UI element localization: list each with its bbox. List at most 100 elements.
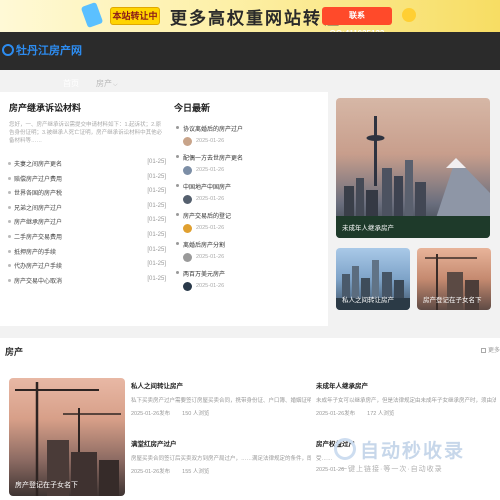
article-card[interactable]: 满堂红房产过户 房屋买卖合同签订后买卖双方到房产局过户，……满足法律规定的条件，… — [131, 438, 311, 475]
promo-banner[interactable]: 本站转让中 更多高权重网站转让 联系QQ:411025133 — [0, 0, 500, 32]
article-summary: 私下买卖房产过户需要签订房屋买卖合同，携带身份证、户口簿、婚姻证明、房…… — [131, 398, 311, 404]
news-title[interactable]: 离婚后房产分割 — [183, 240, 225, 249]
bottom-feature-caption: 房产登记在子女名下 — [15, 482, 78, 489]
more-link[interactable]: 更多 — [480, 345, 500, 354]
watermark: 自动秒收录 一键上链接·等一次·自动收录 — [318, 436, 500, 486]
crane-image — [15, 382, 121, 496]
list-item-title: 代办房产过户手续 — [14, 264, 63, 271]
list-item-title: 房产交易中心取消 — [14, 278, 63, 285]
article-views: 172 人浏览 — [367, 411, 395, 417]
list-item-date: [01-25] — [147, 275, 166, 282]
bullet-icon — [8, 191, 11, 195]
nav-home[interactable]: 首页 — [63, 78, 79, 89]
nav-category-label: 房产 — [96, 79, 112, 88]
today-title: 今日最新 — [174, 103, 211, 113]
more-icon — [480, 348, 486, 353]
list-item[interactable]: 代办房产过户手续 [01-25] — [8, 260, 166, 275]
list-item-date: [01-25] — [147, 173, 166, 180]
side-caption-1: 私人之间转让房产 — [342, 297, 394, 304]
side-caption-2: 房产登记在子女名下 — [423, 297, 482, 304]
list-item[interactable]: 房产继承房产过户 [01-25] — [8, 216, 166, 231]
city-skyline-image — [336, 116, 490, 238]
article-card[interactable]: 私人之间转让房产 私下买卖房产过户需要签订房屋买卖合同，携带身份证、户口簿、婚姻… — [131, 380, 311, 417]
list-item-title: 二手房产交易费用 — [14, 234, 63, 241]
hero-image[interactable]: 未成年人继承房产 › — [336, 98, 490, 238]
article-title[interactable]: 私人之间转让房产 — [131, 380, 311, 390]
bottom-feature-image[interactable]: 房产登记在子女名下 — [9, 378, 125, 496]
article-views: 155 人浏览 — [182, 469, 210, 475]
news-title[interactable]: 两百万美元房产 — [183, 269, 225, 278]
side-image-1[interactable]: 私人之间转让房产 — [336, 248, 410, 310]
bullet-icon — [176, 126, 179, 129]
watermark-subtext: 一键上链接·等一次·自动收录 — [340, 466, 443, 473]
list-item[interactable]: 房产交易中心取消 [01-25] — [8, 275, 166, 290]
list-item-title: 房产继承房产过户 — [14, 220, 63, 227]
inheritance-list: 夫妻之间房产更名 [01-25] 赔偿房产过户费用 [01-25] 世界各国的房产税 [0… — [8, 158, 166, 289]
nav-category[interactable]: 房产⌵ — [96, 78, 118, 89]
bullet-icon — [8, 205, 11, 209]
list-item-date: [01-25] — [147, 246, 166, 253]
list-item[interactable]: 二手房产交易费用 [01-25] — [8, 231, 166, 246]
article-meta: 2025-01-26发布 155 人浏览 — [131, 467, 311, 475]
list-item[interactable]: 夫妻之间房产更名 [01-25] — [8, 158, 166, 173]
article-title[interactable]: 未成年人继承房产 — [316, 380, 496, 390]
logo-icon — [2, 44, 14, 56]
news-date: 2025-01-26 — [196, 196, 225, 202]
article-title[interactable]: 满堂红房产过户 — [131, 438, 311, 448]
list-item-date: [01-25] — [147, 231, 166, 238]
article-meta: 2025-01-26发布 150 人浏览 — [131, 409, 311, 417]
news-item[interactable]: 中国地产中国房产 2025-01-26 — [176, 182, 326, 211]
watermark-text: 自动秒收录 — [360, 441, 466, 462]
bullet-icon — [8, 278, 11, 282]
article-date: 2025-01-26发布 — [131, 411, 171, 417]
news-title[interactable]: 中国地产中国房产 — [183, 182, 231, 191]
bullet-icon — [176, 213, 179, 216]
news-title[interactable]: 房产交易后的登记 — [183, 211, 231, 220]
list-item-date: [01-25] — [147, 261, 166, 268]
list-item-title: 赔偿房产过户费用 — [14, 176, 63, 183]
thumbnail-icon — [183, 137, 192, 146]
thumbnail-icon — [183, 224, 192, 233]
article-card[interactable]: 未成年人继承房产 未成年子女可以继承房产，但是法律规定由未成年子女继承房产时，须… — [316, 380, 496, 417]
list-item-date: [01-25] — [147, 188, 166, 195]
list-item-title: 夫妻之间房产更名 — [14, 162, 63, 168]
banner-contact[interactable]: 联系QQ:411025133 — [322, 7, 392, 32]
list-item[interactable]: 兄弟之间房产过户 [01-25] — [8, 202, 166, 217]
bullet-icon — [176, 184, 179, 187]
list-item-title: 世界各国的房产税 — [14, 191, 63, 198]
list-item[interactable]: 世界各国的房产税 [01-25] — [8, 187, 166, 202]
list-item-date: [01-25] — [147, 202, 166, 209]
watermark-icon — [334, 438, 356, 460]
section-title: 房产 — [5, 347, 24, 357]
news-item[interactable]: 协议离婚后的房产过户 2025-01-26 — [176, 124, 326, 153]
site-logo[interactable]: 牡丹江房产网 — [2, 43, 82, 59]
news-item[interactable]: 离婚后房产分割 2025-01-26 — [176, 240, 326, 269]
news-title[interactable]: 协议离婚后的房产过户 — [183, 124, 243, 133]
news-item[interactable]: 房产交易后的登记 2025-01-26 — [176, 211, 326, 240]
list-item[interactable]: 抵押房产的手续 [01-25] — [8, 246, 166, 261]
list-item-title: 抵押房产的手续 — [14, 249, 57, 256]
banner-tag: 本站转让中 — [110, 7, 160, 25]
chevron-down-icon: ⌵ — [113, 82, 118, 88]
hero-caption: 未成年人继承房产 — [342, 225, 394, 232]
news-item[interactable]: 两百万美元房产 2025-01-26 — [176, 269, 326, 298]
logo-text: 牡丹江房产网 — [16, 45, 82, 57]
inheritance-title[interactable]: 房产继承诉讼材料 — [9, 101, 81, 114]
news-date: 2025-01-26 — [196, 225, 225, 231]
thumbnail-icon — [183, 253, 192, 262]
list-item-date: [01-25] — [147, 217, 166, 224]
news-date: 2025-01-26 — [196, 138, 225, 144]
banner-coin-icon — [402, 8, 416, 22]
news-title[interactable]: 配偶一方去世房产更名 — [183, 153, 243, 162]
list-item[interactable]: 赔偿房产过户费用 [01-25] — [8, 173, 166, 188]
side-image-2[interactable]: 房产登记在子女名下 — [417, 248, 491, 310]
news-item[interactable]: 配偶一方去世房产更名 2025-01-26 — [176, 153, 326, 182]
bullet-icon — [176, 242, 179, 245]
bullet-icon — [8, 234, 11, 238]
bullet-icon — [8, 162, 11, 165]
article-summary: 未成年子女可以继承房产，但是法律规定由未成年子女继承房产时，须由法定代…… — [316, 398, 496, 404]
bullet-icon — [176, 155, 179, 158]
today-list: 协议离婚后的房产过户 2025-01-26 配偶一方去世房产更名 2025-01-26… — [176, 124, 326, 298]
bullet-icon — [8, 220, 11, 224]
article-date: 2025-01-26发布 — [131, 469, 171, 475]
